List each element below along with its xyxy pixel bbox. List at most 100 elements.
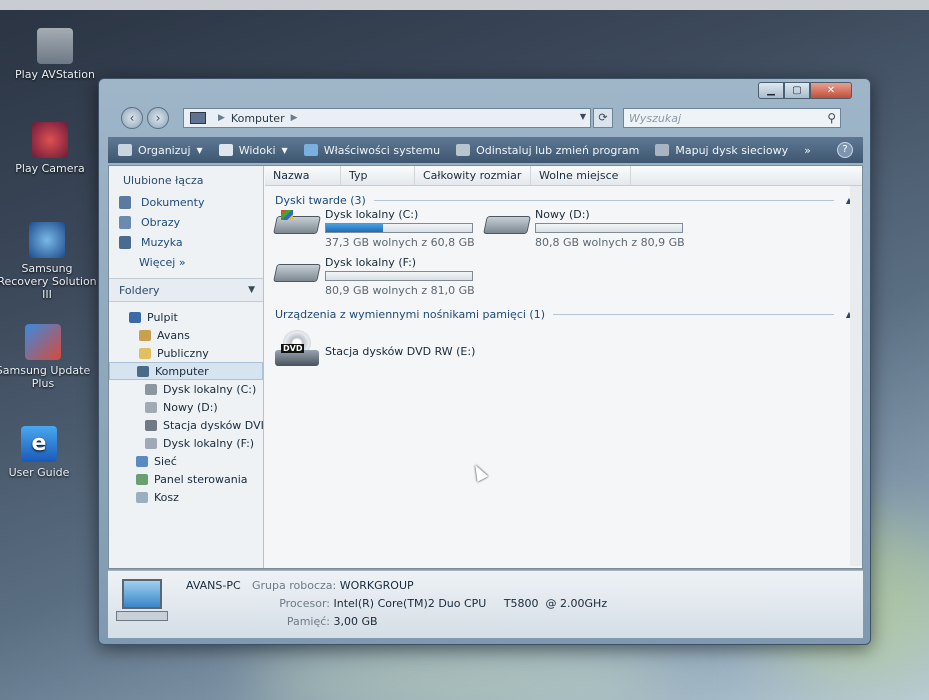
desktop-icon-play-avstation[interactable]: Play AVStation bbox=[5, 28, 105, 81]
command-bar: Organizuj ▼ Widoki ▼ Właściwości systemu… bbox=[108, 137, 863, 163]
pictures-icon bbox=[119, 215, 131, 229]
navigation-pane: Ulubione łącza Dokumenty Obrazy Muzyka W… bbox=[109, 166, 264, 568]
favorite-link-label: Obrazy bbox=[141, 215, 181, 229]
computer-icon bbox=[137, 365, 149, 377]
tree-item-label: Panel sterowania bbox=[154, 472, 248, 486]
chevron-down-icon: ▼ bbox=[248, 285, 255, 295]
tree-item-label: Pulpit bbox=[147, 310, 178, 324]
folders-header[interactable]: Foldery ▼ bbox=[109, 278, 263, 302]
computer-icon bbox=[116, 579, 168, 625]
favorite-link-label: Muzyka bbox=[141, 235, 183, 249]
tree-item-label: Avans bbox=[157, 328, 190, 342]
tree-item-publiczny[interactable]: Publiczny bbox=[109, 344, 263, 362]
desktop-icon-samsung-recovery[interactable]: Samsung Recovery Solution III bbox=[0, 222, 97, 301]
column-headers: Nazwa Typ Całkowity rozmiar Wolne miejsc… bbox=[265, 166, 862, 186]
user-folder-icon bbox=[139, 329, 151, 341]
workgroup-label: Grupa robocza: bbox=[252, 579, 337, 592]
drive-name: Nowy (D:) bbox=[535, 208, 590, 221]
drive-name: Dysk lokalny (F:) bbox=[325, 256, 417, 269]
group-divider bbox=[373, 199, 834, 201]
desktop-icon-label: Play AVStation bbox=[15, 68, 95, 81]
control-panel-icon bbox=[136, 473, 148, 485]
desktop-icon-samsung-update[interactable]: Samsung Update Plus bbox=[0, 324, 93, 390]
drive-item-f[interactable]: Dysk lokalny (F:) 80,9 GB wolnych z 81,0… bbox=[273, 256, 475, 297]
tree-item-control-panel[interactable]: Panel sterowania bbox=[109, 470, 263, 488]
workgroup-value: WORKGROUP bbox=[339, 579, 414, 592]
close-button[interactable]: ✕ bbox=[810, 82, 852, 99]
column-header-total-size[interactable]: Całkowity rozmiar bbox=[415, 166, 531, 185]
tree-item-dvd[interactable]: Stacja dysków DVI bbox=[109, 416, 263, 434]
tree-item-recycle-bin[interactable]: Kosz bbox=[109, 488, 263, 506]
music-icon bbox=[119, 235, 131, 249]
group-header-removable[interactable]: Urządzenia z wymiennymi nośnikami pamięc… bbox=[275, 306, 852, 322]
details-pane: AVANS-PC Grupa robocza: WORKGROUP Proces… bbox=[108, 570, 863, 638]
vertical-scrollbar[interactable] bbox=[850, 186, 862, 566]
search-input[interactable]: Wyszukaj ⚲ bbox=[623, 108, 841, 128]
drive-item-d[interactable]: Nowy (D:) 80,8 GB wolnych z 80,9 GB bbox=[483, 208, 685, 249]
drive-item-c[interactable]: Dysk lokalny (C:) 37,3 GB wolnych z 60,8… bbox=[273, 208, 475, 249]
processor-row: Procesor: Intel(R) Core(TM)2 Duo CPU T58… bbox=[278, 597, 607, 610]
memory-row: Pamięć: 3,00 GB bbox=[278, 615, 378, 628]
hard-drive-icon bbox=[273, 256, 321, 284]
column-header-name[interactable]: Nazwa bbox=[265, 166, 341, 185]
dvd-drive-icon: DVD bbox=[275, 330, 319, 372]
forward-button[interactable]: › bbox=[147, 107, 169, 129]
desktop-icon-user-guide[interactable]: e User Guide bbox=[0, 426, 89, 479]
search-icon[interactable]: ⚲ bbox=[827, 111, 836, 125]
tree-item-label: Komputer bbox=[155, 364, 209, 378]
column-header-type[interactable]: Typ bbox=[341, 166, 415, 185]
drive-free-space: 80,9 GB wolnych z 81,0 GB bbox=[325, 284, 475, 297]
memory-label: Pamięć: bbox=[286, 615, 330, 628]
map-drive-label: Mapuj dysk sieciowy bbox=[675, 143, 789, 157]
organize-button[interactable]: Organizuj ▼ bbox=[118, 144, 203, 157]
maximize-button[interactable]: ▢ bbox=[784, 82, 810, 99]
toolbar-overflow-button[interactable]: » bbox=[804, 144, 811, 157]
dvd-drive-icon bbox=[145, 419, 157, 431]
drive-usage-bar bbox=[325, 271, 473, 281]
desktop-icon-play-camera[interactable]: Play Camera bbox=[0, 122, 100, 175]
camera-icon bbox=[32, 122, 68, 158]
favorite-link-music[interactable]: Muzyka bbox=[109, 232, 263, 252]
tree-item-avans[interactable]: Avans bbox=[109, 326, 263, 344]
help-icon[interactable]: ? bbox=[837, 142, 853, 158]
tree-item-komputer[interactable]: Komputer bbox=[109, 362, 263, 380]
tree-item-network[interactable]: Sieć bbox=[109, 452, 263, 470]
views-button[interactable]: Widoki ▼ bbox=[218, 144, 288, 157]
update-icon bbox=[25, 324, 61, 360]
drive-usage-fill bbox=[326, 224, 383, 232]
favorite-link-label: Dokumenty bbox=[141, 195, 205, 209]
organize-icon bbox=[118, 144, 132, 156]
breadcrumb-komputer[interactable]: Komputer bbox=[231, 112, 285, 125]
tree-item-drive-f[interactable]: Dysk lokalny (F:) bbox=[109, 434, 263, 452]
column-header-free-space[interactable]: Wolne miejsce bbox=[531, 166, 631, 185]
address-dropdown-icon[interactable]: ▼ bbox=[580, 112, 586, 121]
system-properties-button[interactable]: Właściwości systemu bbox=[303, 144, 440, 157]
tree-item-label: Dysk lokalny (F:) bbox=[163, 436, 255, 450]
tree-item-label: Stacja dysków DVI bbox=[163, 418, 263, 432]
user-guide-icon: e bbox=[21, 426, 57, 462]
favorite-link-pictures[interactable]: Obrazy bbox=[109, 212, 263, 232]
file-list-pane: Nazwa Typ Całkowity rozmiar Wolne miejsc… bbox=[265, 166, 862, 568]
group-header-hard-disks[interactable]: Dyski twarde (3) ▲ bbox=[275, 192, 852, 208]
system-drive-icon bbox=[273, 208, 321, 236]
tree-item-label: Kosz bbox=[154, 490, 179, 504]
hard-drive-icon bbox=[483, 208, 531, 236]
drive-item-dvd[interactable]: DVD Stacja dysków DVD RW (E:) bbox=[275, 330, 475, 372]
tree-item-pulpit[interactable]: Pulpit bbox=[109, 308, 263, 326]
tree-item-drive-d[interactable]: Nowy (D:) bbox=[109, 398, 263, 416]
more-links-button[interactable]: Więcej » bbox=[109, 252, 263, 274]
folder-icon bbox=[139, 347, 151, 359]
refresh-button[interactable]: ⟳ bbox=[593, 108, 613, 128]
favorite-link-documents[interactable]: Dokumenty bbox=[109, 192, 263, 212]
uninstall-program-button[interactable]: Odinstaluj lub zmień program bbox=[456, 144, 639, 157]
desktop-icon-label: Samsung Recovery Solution III bbox=[0, 262, 97, 301]
memory-value: 3,00 GB bbox=[333, 615, 378, 628]
map-network-drive-button[interactable]: Mapuj dysk sieciowy bbox=[655, 144, 788, 157]
system-drive-icon bbox=[145, 383, 157, 395]
address-bar[interactable]: ▶ Komputer ▶ ▼ bbox=[183, 108, 591, 128]
dvd-badge: DVD bbox=[281, 344, 305, 353]
minimize-button[interactable]: ▁ bbox=[758, 82, 784, 99]
tree-item-drive-c[interactable]: Dysk lokalny (C:) bbox=[109, 380, 263, 398]
back-button[interactable]: ‹ bbox=[121, 107, 143, 129]
desktop-folder-icon bbox=[129, 311, 141, 323]
